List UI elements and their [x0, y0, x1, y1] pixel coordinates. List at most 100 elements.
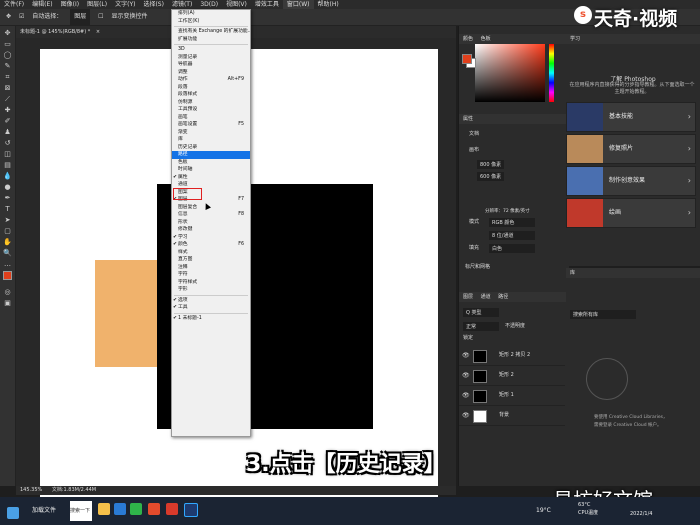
- layer-select-dropdown[interactable]: 图层: [70, 9, 91, 25]
- layer-row[interactable]: 👁 矩形 2: [459, 366, 565, 386]
- layer-row[interactable]: 👁 矩形 1: [459, 386, 565, 406]
- marquee-tool-icon[interactable]: ▭: [3, 40, 12, 48]
- move-tool-icon[interactable]: ✥: [3, 29, 12, 37]
- menu-7[interactable]: 3D(D): [196, 0, 222, 9]
- blur-tool-icon[interactable]: 💧: [3, 172, 12, 180]
- zoom-tool-icon[interactable]: 🔍: [3, 249, 12, 257]
- learn-card[interactable]: 绘画 ›: [566, 198, 696, 228]
- window-menu-item[interactable]: ✔ 选项: [172, 297, 250, 305]
- menu-8[interactable]: 视图(V): [222, 0, 251, 9]
- properties-panel-tab[interactable]: 属性: [459, 114, 569, 124]
- window-menu-item[interactable]: 排列(A): [172, 10, 250, 18]
- window-menu-item[interactable]: 信息 F8: [172, 211, 250, 219]
- library-search[interactable]: 搜索所有库: [570, 310, 636, 319]
- width-field[interactable]: 800 像素: [477, 160, 505, 169]
- window-menu-item[interactable]: ✔ 颜色 F6: [172, 241, 250, 249]
- quick-select-icon[interactable]: ✎: [3, 62, 12, 70]
- more-tools-icon[interactable]: …: [3, 260, 12, 268]
- window-menu-item[interactable]: 段落: [172, 84, 250, 92]
- eye-icon[interactable]: 👁: [462, 406, 470, 425]
- dodge-tool-icon[interactable]: ●: [3, 183, 12, 191]
- window-menu-item[interactable]: ✔ 学习: [172, 234, 250, 242]
- eyedropper-icon[interactable]: ⟋: [3, 95, 12, 103]
- hue-slider[interactable]: [549, 44, 554, 102]
- fill-dropdown[interactable]: 白色: [489, 244, 535, 253]
- foreground-color[interactable]: [3, 271, 12, 280]
- window-menu-item[interactable]: 注释: [172, 264, 250, 272]
- window-menu-item[interactable]: ✔ 1 未标题-1: [172, 315, 250, 323]
- window-menu-item[interactable]: 库: [172, 136, 250, 144]
- auto-select-checkbox[interactable]: ☑: [19, 9, 24, 25]
- window-menu-item[interactable]: 查找有关 Exchange 的扩展功能...: [172, 28, 250, 36]
- close-icon[interactable]: ×: [96, 29, 100, 35]
- learn-card[interactable]: 基本技能 ›: [566, 102, 696, 132]
- chat-icon[interactable]: [130, 503, 142, 515]
- blend-mode-dropdown[interactable]: 正常: [463, 322, 499, 331]
- lasso-tool-icon[interactable]: ◯: [3, 51, 12, 59]
- window-menu-item[interactable]: 直方图: [172, 256, 250, 264]
- color-picker-field[interactable]: [475, 44, 545, 102]
- menu-5[interactable]: 选择(S): [139, 0, 168, 9]
- tab-channels[interactable]: 通道: [481, 294, 491, 300]
- window-menu-item[interactable]: 工具预设: [172, 106, 250, 114]
- window-menu-item[interactable]: ✔ 属性: [172, 174, 250, 182]
- depth-dropdown[interactable]: 8 位/通道: [489, 231, 535, 240]
- rulers-section[interactable]: 标尺和网格: [465, 263, 490, 270]
- color-swatches[interactable]: [3, 271, 15, 285]
- eye-icon[interactable]: 👁: [462, 386, 470, 405]
- foreground-swatch[interactable]: [462, 54, 472, 64]
- zoom-level[interactable]: 145.35%: [20, 487, 42, 493]
- crop-tool-icon[interactable]: ⌗: [3, 73, 12, 81]
- layer-kind-filter[interactable]: Q 类型: [463, 308, 499, 317]
- window-menu-item[interactable]: 画笔设置 F5: [172, 121, 250, 129]
- window-menu-item[interactable]: 历史记录: [172, 144, 250, 152]
- chrome-icon[interactable]: [148, 503, 160, 515]
- brush-tool-icon[interactable]: ✐: [3, 117, 12, 125]
- learn-card[interactable]: 修复照片 ›: [566, 134, 696, 164]
- window-menu-item[interactable]: 仿制源: [172, 99, 250, 107]
- menu-2[interactable]: 图像(I): [57, 0, 83, 9]
- layer-row[interactable]: 👁 矩形 2 拷贝 2: [459, 346, 565, 366]
- window-menu-item[interactable]: 时间轴: [172, 166, 250, 174]
- tab-layers[interactable]: 图层: [463, 294, 473, 300]
- path-select-icon[interactable]: ➤: [3, 216, 12, 224]
- start-button[interactable]: [4, 501, 22, 521]
- window-menu-item[interactable]: 字形: [172, 286, 250, 294]
- menu-9[interactable]: 增效工具: [251, 0, 283, 9]
- window-menu-item[interactable]: 画笔: [172, 114, 250, 122]
- window-menu-item[interactable]: 3D: [172, 46, 250, 54]
- window-menu-item[interactable]: 字符: [172, 271, 250, 279]
- folder-icon[interactable]: [98, 503, 110, 515]
- window-menu-item[interactable]: 色板: [172, 159, 250, 167]
- quick-mask-icon[interactable]: ◎: [3, 288, 12, 296]
- window-menu-item[interactable]: 调整: [172, 69, 250, 77]
- color-panel-tabs[interactable]: 颜色 色板: [459, 34, 569, 44]
- height-field[interactable]: 600 像素: [477, 172, 505, 181]
- hand-tool-icon[interactable]: ✋: [3, 238, 12, 246]
- screen-mode-icon[interactable]: ▣: [3, 299, 12, 307]
- tab-swatches[interactable]: 色板: [481, 36, 491, 42]
- eye-icon[interactable]: 👁: [462, 366, 470, 385]
- browser-icon[interactable]: [114, 503, 126, 515]
- eraser-icon[interactable]: ◫: [3, 150, 12, 158]
- window-menu-item[interactable]: 测量记录: [172, 54, 250, 62]
- menu-1[interactable]: 编辑(E): [28, 0, 56, 9]
- window-menu-item[interactable]: 修改键: [172, 226, 250, 234]
- mode-dropdown[interactable]: RGB 颜色: [489, 218, 535, 227]
- type-tool-icon[interactable]: T: [3, 205, 12, 213]
- gradient-tool-icon[interactable]: ▤: [3, 161, 12, 169]
- layer-row[interactable]: 👁 背景: [459, 406, 565, 426]
- move-tool-icon[interactable]: ✥: [6, 9, 11, 25]
- tab-properties[interactable]: 属性: [463, 116, 473, 122]
- window-menu-item[interactable]: 导航器: [172, 61, 250, 69]
- eye-icon[interactable]: 👁: [462, 346, 470, 365]
- history-brush-icon[interactable]: ↺: [3, 139, 12, 147]
- menu-0[interactable]: 文件(F): [0, 0, 28, 9]
- pen-tool-icon[interactable]: ✒: [3, 194, 12, 202]
- tab-color[interactable]: 颜色: [463, 36, 473, 42]
- menu-10[interactable]: 窗口(W): [282, 0, 314, 9]
- window-menu-item[interactable]: 动作 Alt+F9: [172, 76, 250, 84]
- wps-icon[interactable]: [166, 503, 178, 515]
- menu-3[interactable]: 图层(L): [83, 0, 111, 9]
- rectangle-tool-icon[interactable]: ▢: [3, 227, 12, 235]
